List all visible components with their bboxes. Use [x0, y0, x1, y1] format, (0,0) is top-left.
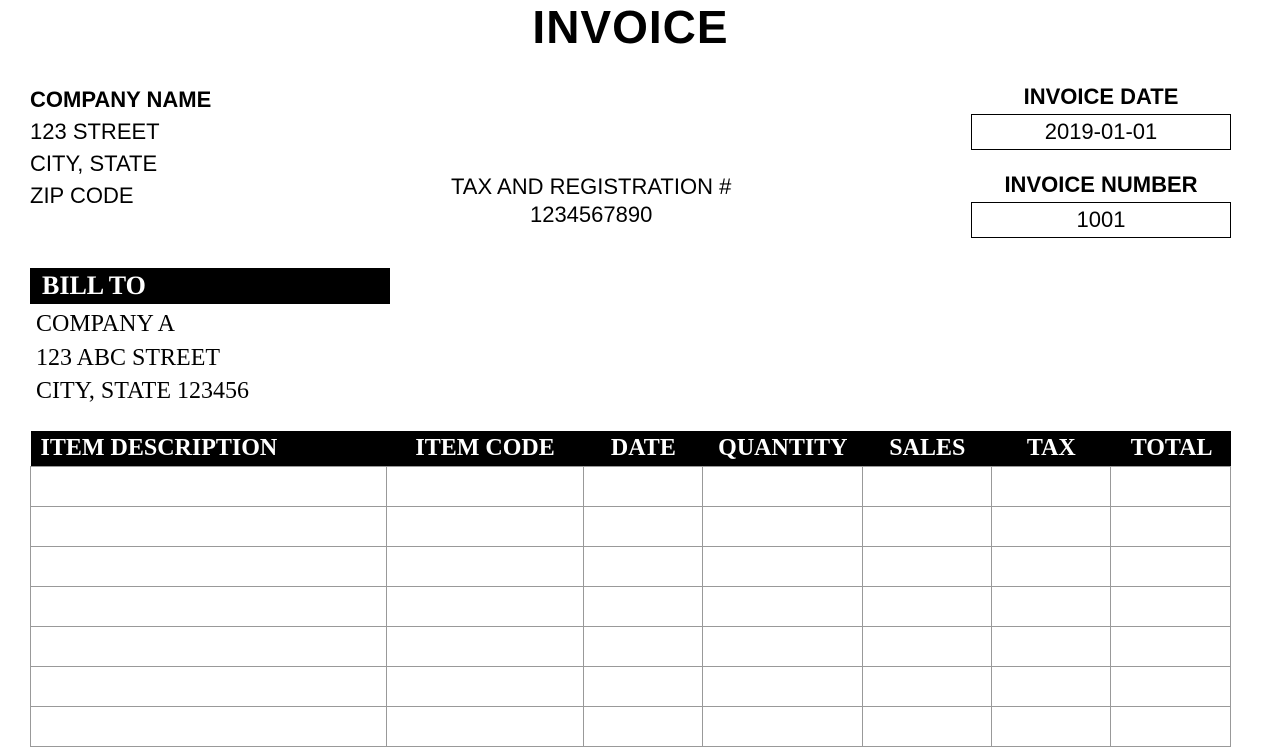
cell[interactable]: [863, 706, 992, 746]
cell[interactable]: [386, 626, 583, 666]
table-row: [31, 626, 1231, 666]
cell[interactable]: [386, 506, 583, 546]
table-row: [31, 466, 1231, 506]
tax-registration-label: TAX AND REGISTRATION #: [451, 174, 731, 200]
cell[interactable]: [31, 706, 387, 746]
cell[interactable]: [31, 666, 387, 706]
header-sales: SALES: [863, 431, 992, 467]
invoice-date-label: INVOICE DATE: [971, 84, 1231, 110]
cell[interactable]: [863, 546, 992, 586]
bill-to-header: BILL TO: [30, 268, 390, 304]
cell[interactable]: [31, 626, 387, 666]
bill-to-street: 123 ABC STREET: [36, 342, 1225, 376]
cell[interactable]: [1111, 506, 1231, 546]
cell[interactable]: [863, 506, 992, 546]
cell[interactable]: [703, 666, 863, 706]
cell[interactable]: [584, 546, 703, 586]
bill-to-company: COMPANY A: [36, 308, 1225, 342]
cell[interactable]: [992, 586, 1111, 626]
cell[interactable]: [386, 586, 583, 626]
invoice-date-field[interactable]: [971, 114, 1231, 150]
cell[interactable]: [1111, 706, 1231, 746]
cell[interactable]: [584, 586, 703, 626]
cell[interactable]: [703, 506, 863, 546]
table-row: [31, 506, 1231, 546]
cell[interactable]: [863, 626, 992, 666]
header-section: COMPANY NAME 123 STREET CITY, STATE ZIP …: [30, 84, 1231, 238]
cell[interactable]: [1111, 586, 1231, 626]
company-city-state: CITY, STATE: [30, 148, 211, 180]
cell[interactable]: [992, 546, 1111, 586]
tax-registration-value: 1234567890: [451, 202, 731, 228]
header-tax: TAX: [992, 431, 1111, 467]
header-quantity: QUANTITY: [703, 431, 863, 467]
cell[interactable]: [31, 586, 387, 626]
cell[interactable]: [1111, 466, 1231, 506]
cell[interactable]: [584, 666, 703, 706]
cell[interactable]: [703, 546, 863, 586]
header-total: TOTAL: [1111, 431, 1231, 467]
cell[interactable]: [703, 586, 863, 626]
table-row: [31, 586, 1231, 626]
cell[interactable]: [703, 706, 863, 746]
cell[interactable]: [703, 626, 863, 666]
header-item-description: ITEM DESCRIPTION: [31, 431, 387, 467]
cell[interactable]: [1111, 626, 1231, 666]
cell[interactable]: [386, 706, 583, 746]
table-row: [31, 546, 1231, 586]
header-date: DATE: [584, 431, 703, 467]
cell[interactable]: [386, 466, 583, 506]
document-title: INVOICE: [30, 0, 1231, 54]
table-row: [31, 666, 1231, 706]
cell[interactable]: [703, 466, 863, 506]
cell[interactable]: [584, 626, 703, 666]
invoice-meta-block: INVOICE DATE INVOICE NUMBER: [971, 84, 1231, 238]
table-row: [31, 706, 1231, 746]
company-address-block: COMPANY NAME 123 STREET CITY, STATE ZIP …: [30, 84, 211, 212]
cell[interactable]: [863, 466, 992, 506]
cell[interactable]: [992, 466, 1111, 506]
cell[interactable]: [992, 626, 1111, 666]
cell[interactable]: [31, 546, 387, 586]
cell[interactable]: [863, 586, 992, 626]
cell[interactable]: [584, 466, 703, 506]
bill-to-section: BILL TO COMPANY A 123 ABC STREET CITY, S…: [30, 268, 1231, 413]
cell[interactable]: [386, 546, 583, 586]
cell[interactable]: [31, 466, 387, 506]
company-zip: ZIP CODE: [30, 180, 211, 212]
header-item-code: ITEM CODE: [386, 431, 583, 467]
cell[interactable]: [1111, 546, 1231, 586]
table-body: [31, 466, 1231, 746]
company-name-label: COMPANY NAME: [30, 84, 211, 116]
cell[interactable]: [992, 506, 1111, 546]
cell[interactable]: [386, 666, 583, 706]
bill-to-city-state-zip: CITY, STATE 123456: [36, 375, 1225, 409]
cell[interactable]: [584, 506, 703, 546]
cell[interactable]: [584, 706, 703, 746]
table-header-row: ITEM DESCRIPTION ITEM CODE DATE QUANTITY…: [31, 431, 1231, 467]
company-street: 123 STREET: [30, 116, 211, 148]
cell[interactable]: [1111, 666, 1231, 706]
invoice-number-label: INVOICE NUMBER: [971, 172, 1231, 198]
cell[interactable]: [31, 506, 387, 546]
tax-registration-block: TAX AND REGISTRATION # 1234567890: [451, 174, 731, 228]
cell[interactable]: [863, 666, 992, 706]
cell[interactable]: [992, 666, 1111, 706]
cell[interactable]: [992, 706, 1111, 746]
invoice-number-field[interactable]: [971, 202, 1231, 238]
items-table: ITEM DESCRIPTION ITEM CODE DATE QUANTITY…: [30, 431, 1231, 747]
